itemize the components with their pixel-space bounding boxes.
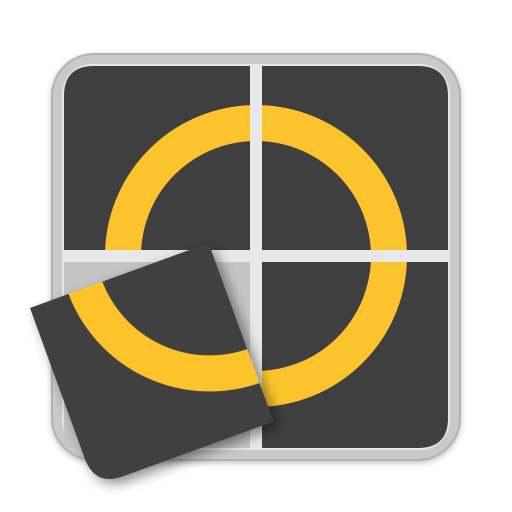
puzzle-app-icon [0,0,512,512]
sliding-puzzle-ring-icon [30,53,461,480]
